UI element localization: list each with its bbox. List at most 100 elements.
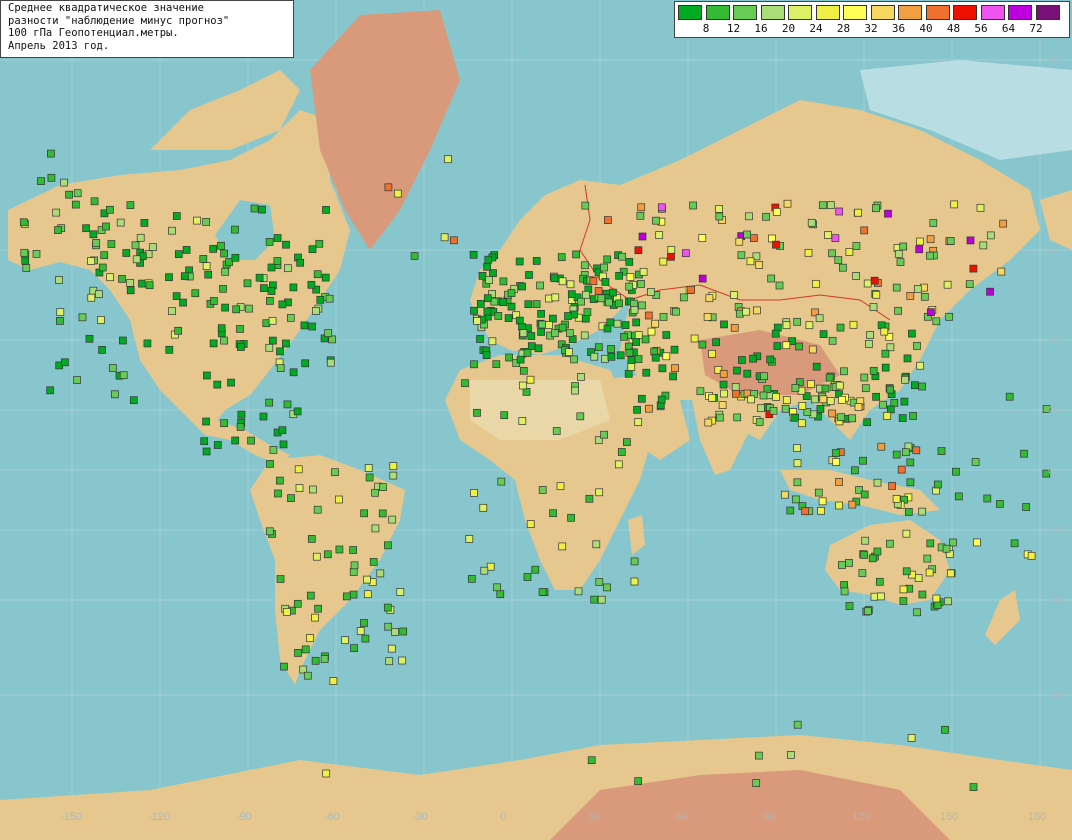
station-marker [102,222,110,231]
station-marker [293,407,302,416]
station-marker [335,495,343,504]
station-marker [322,769,331,778]
station-marker [245,304,253,313]
station-marker [634,246,643,255]
station-marker [549,509,557,518]
station-marker [630,557,639,566]
station-marker [237,343,245,351]
station-marker [574,587,583,596]
latitude-label: 80 [1048,55,1060,67]
station-marker [276,575,285,583]
station-marker [672,307,680,316]
station-marker [363,590,372,599]
station-marker [597,294,606,303]
station-marker [658,364,667,373]
station-marker [507,289,516,297]
station-marker [817,506,825,515]
station-marker [467,575,476,583]
station-marker [908,329,916,338]
station-marker [515,257,524,266]
station-marker [671,364,679,373]
station-marker [601,354,609,363]
station-marker [815,314,824,323]
station-marker [119,336,127,345]
station-marker [969,783,978,791]
legend-swatch [843,5,867,20]
station-marker [504,314,513,322]
station-marker [854,403,863,411]
station-marker [545,321,553,329]
legend-label: 36 [891,22,906,35]
station-marker [845,602,854,610]
station-marker [47,173,56,182]
station-marker [296,258,305,267]
station-marker [243,279,252,288]
station-marker [662,352,671,361]
station-marker [667,245,676,254]
station-marker [615,299,623,308]
station-marker [393,189,402,198]
station-marker [633,405,641,414]
legend-swatch [760,5,785,20]
station-marker [641,335,650,344]
station-marker [884,209,892,218]
station-marker [797,419,806,428]
station-marker [61,358,69,367]
station-marker [269,336,277,345]
station-marker [837,413,845,422]
station-marker [949,538,957,547]
station-marker [278,300,287,309]
station-marker [369,558,378,566]
station-marker [526,520,535,528]
station-marker [279,440,288,449]
station-marker [145,281,154,290]
station-marker [745,212,753,221]
station-marker [636,211,645,220]
station-marker [881,363,890,372]
title-line-3: 100 гПа Геопотенциал.метры. [8,27,179,39]
station-marker [892,495,901,503]
station-marker [52,208,61,217]
station-marker [486,562,495,571]
station-marker [56,317,64,325]
station-marker [894,306,902,315]
station-marker [828,336,837,345]
station-marker [213,441,222,449]
station-marker [350,644,358,652]
station-marker [331,468,339,477]
station-marker [538,320,547,329]
station-marker [410,252,419,260]
station-marker [519,329,528,337]
station-marker [918,590,927,599]
station-marker [879,400,887,409]
station-marker [497,477,506,486]
station-marker [861,536,870,545]
station-marker [716,413,724,422]
station-marker [651,353,660,362]
station-marker [594,287,603,295]
legend-label: 72 [1029,22,1043,35]
station-marker [465,535,474,543]
longitude-label: 120 [852,811,870,823]
station-marker [232,305,241,314]
station-marker [444,155,452,164]
station-marker [835,478,843,486]
station-marker [870,592,879,601]
station-marker [848,500,857,509]
station-marker [979,241,988,250]
station-marker [484,255,493,264]
station-marker [550,274,559,283]
station-marker [220,419,228,428]
station-marker [916,237,924,246]
legend-label: 20 [781,22,796,35]
station-marker [179,298,187,307]
longitude-label: 150 [940,811,958,823]
station-marker [943,280,952,289]
station-marker [469,250,478,259]
station-marker [899,597,908,605]
station-marker [894,250,903,258]
station-marker [831,449,840,457]
station-marker [564,312,572,320]
station-marker [835,501,843,510]
title-line-4: Апрель 2013 год. [8,39,110,52]
